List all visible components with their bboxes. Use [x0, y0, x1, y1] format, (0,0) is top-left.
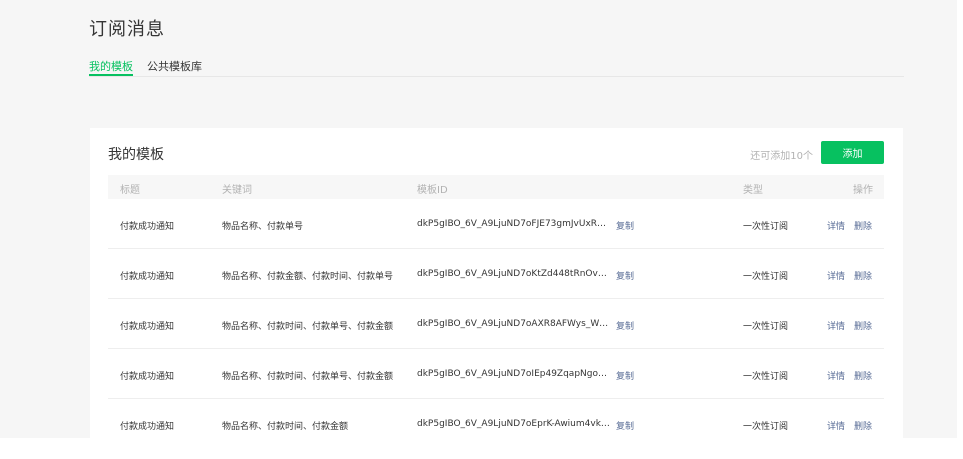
copy-link[interactable]: 复制	[616, 369, 634, 382]
page-title: 订阅消息	[89, 19, 165, 40]
table-row: 付款成功通知 物品名称、付款时间、付款单号、付款金额 dkP5gIBO_6V_A…	[108, 349, 884, 399]
row-title: 付款成功通知	[120, 322, 175, 332]
tab-divider	[89, 76, 904, 77]
detail-link[interactable]: 详情	[827, 319, 845, 332]
delete-link[interactable]: 删除	[854, 419, 872, 432]
table-row: 付款成功通知 物品名称、付款金额、付款时间、付款单号 dkP5gIBO_6V_A…	[108, 249, 884, 299]
row-keywords: 物品名称、付款时间、付款金额	[222, 422, 349, 432]
copy-link[interactable]: 复制	[616, 319, 634, 332]
add-template-button[interactable]: 添加	[821, 141, 884, 164]
delete-link[interactable]: 删除	[854, 269, 872, 282]
row-keywords: 物品名称、付款时间、付款单号、付款金额	[222, 372, 394, 382]
row-keywords: 物品名称、付款单号	[222, 222, 304, 232]
row-type: 一次性订阅	[743, 222, 789, 232]
detail-link[interactable]: 详情	[827, 369, 845, 382]
row-template-id: dkP5gIBO_6V_A9LjuND7oFJE73gmJvUxRm…	[417, 219, 610, 229]
row-template-id: dkP5gIBO_6V_A9LjuND7oAXR8AFWys_Wy…	[417, 319, 610, 329]
header-actions: 操作	[853, 185, 873, 196]
table-row: 付款成功通知 物品名称、付款单号 dkP5gIBO_6V_A9LjuND7oFJ…	[108, 199, 884, 249]
row-title: 付款成功通知	[120, 422, 175, 432]
remaining-count-text: 还可添加10个	[750, 151, 813, 162]
card-title: 我的模板	[108, 147, 164, 163]
row-title: 付款成功通知	[120, 222, 175, 232]
header-keywords: 关键词	[222, 185, 252, 196]
row-type: 一次性订阅	[743, 372, 789, 382]
tab-my-templates[interactable]: 我的模板	[89, 58, 133, 76]
row-keywords: 物品名称、付款时间、付款单号、付款金额	[222, 322, 394, 332]
row-type: 一次性订阅	[743, 272, 789, 282]
detail-link[interactable]: 详情	[827, 219, 845, 232]
table-body: 付款成功通知 物品名称、付款单号 dkP5gIBO_6V_A9LjuND7oFJ…	[108, 199, 884, 438]
detail-link[interactable]: 详情	[827, 269, 845, 282]
tab-public-library[interactable]: 公共模板库	[147, 58, 202, 76]
copy-link[interactable]: 复制	[616, 419, 634, 432]
tab-bar: 我的模板 公共模板库	[89, 58, 202, 76]
row-keywords: 物品名称、付款金额、付款时间、付款单号	[222, 272, 394, 282]
copy-link[interactable]: 复制	[616, 269, 634, 282]
header-type: 类型	[743, 185, 763, 196]
table-row: 付款成功通知 物品名称、付款时间、付款金额 dkP5gIBO_6V_A9LjuN…	[108, 399, 884, 438]
templates-card: 我的模板 还可添加10个 添加 标题 关键词 模板ID 类型 操作 付款成功通知…	[90, 128, 903, 438]
delete-link[interactable]: 删除	[854, 369, 872, 382]
header-panel: 订阅消息 我的模板 公共模板库	[0, 0, 957, 95]
delete-link[interactable]: 删除	[854, 219, 872, 232]
copy-link[interactable]: 复制	[616, 219, 634, 232]
row-type: 一次性订阅	[743, 422, 789, 432]
row-type: 一次性订阅	[743, 322, 789, 332]
table-header: 标题 关键词 模板ID 类型 操作	[108, 175, 884, 199]
row-template-id: dkP5gIBO_6V_A9LjuND7oKtZd448tRnOvD…	[417, 269, 610, 279]
row-template-id: dkP5gIBO_6V_A9LjuND7oEprK-Awium4vk-…	[417, 419, 610, 429]
header-title: 标题	[120, 185, 140, 196]
table-row: 付款成功通知 物品名称、付款时间、付款单号、付款金额 dkP5gIBO_6V_A…	[108, 299, 884, 349]
delete-link[interactable]: 删除	[854, 319, 872, 332]
row-title: 付款成功通知	[120, 372, 175, 382]
row-template-id: dkP5gIBO_6V_A9LjuND7oIEp49ZqapNgoQ…	[417, 369, 610, 379]
detail-link[interactable]: 详情	[827, 419, 845, 432]
row-title: 付款成功通知	[120, 272, 175, 282]
header-template-id: 模板ID	[417, 185, 448, 196]
